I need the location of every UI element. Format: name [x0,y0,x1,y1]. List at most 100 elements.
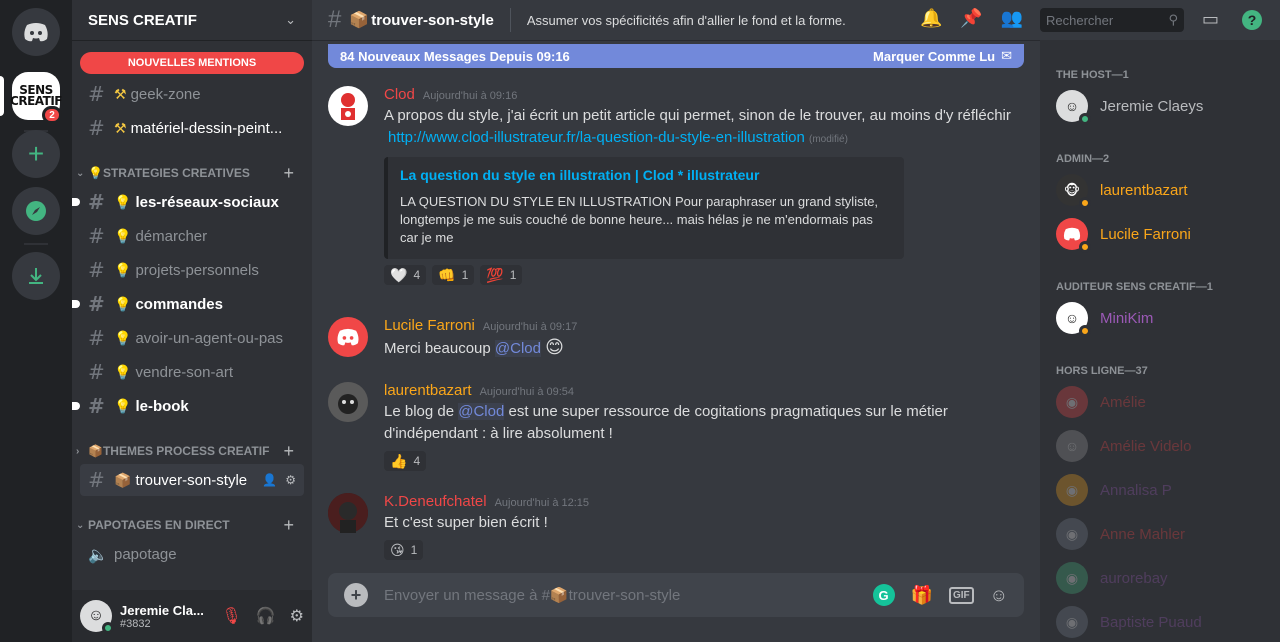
channel-label: trouver-son-style [135,471,248,489]
clod-avatar-icon [341,93,355,120]
headphones-icon[interactable]: 🎧 [256,606,276,626]
channel-commandes[interactable]: # 💡 commandes [72,288,304,320]
channel-materiel-dessin[interactable]: # ⚒ matériel-dessin-peint... [80,112,304,144]
channel-le-book[interactable]: # 💡 le-book [72,390,304,422]
upload-plus-icon[interactable]: + [344,583,368,607]
avatar: ◉ [1056,562,1088,594]
channel-emoji: ⚒ [114,85,127,102]
channel-demarcher[interactable]: # 💡 démarcher [80,220,304,252]
avatar[interactable] [328,86,368,126]
member-item[interactable]: ◉ Anne Mahler [1056,512,1276,556]
avatar[interactable] [328,493,368,533]
reaction[interactable]: 😘 1 [384,540,424,560]
message-author[interactable]: laurentbazart [384,382,472,399]
member-item[interactable]: ◉ Baptiste Puaud [1056,600,1276,642]
member-item[interactable]: 🐵 laurentbazart [1056,168,1276,212]
header-divider [509,8,511,32]
reaction[interactable]: 🤍 4 [384,265,427,285]
online-status [102,622,114,634]
channel-projets-personnels[interactable]: # 💡 projets-personnels [80,254,304,286]
channel-trouver-son-style[interactable]: # 📦 trouver-son-style 👤 ⚙ [80,464,304,496]
member-name: Jeremie Claeys [1100,97,1204,115]
pin-icon[interactable]: 📌 [960,8,982,29]
new-messages-bar[interactable]: 84 Nouveaux Messages Depuis 09:16 Marque… [328,44,1024,68]
discord-logo-icon [24,23,48,42]
message-link[interactable]: http://www.clod-illustrateur.fr/la-quest… [388,129,805,146]
username: Jeremie Cla... [120,602,204,618]
hundred-icon: 💯 [486,266,504,283]
member-name: Annalisa P [1100,481,1172,499]
member-group-label: ADMIN—2 [1056,153,1110,165]
category-strategies-creatives[interactable]: ⌄ 💡 STRATEGIES CREATIVES + [72,163,312,183]
bell-icon[interactable]: 🔔 [920,8,942,29]
inbox-icon[interactable]: ▭ [1202,9,1219,30]
microphone-muted-icon[interactable]: 🎙 [221,606,241,626]
message-text: A propos du style, j'ai écrit un petit a… [384,107,1011,124]
channel-les-reseaux-sociaux[interactable]: # 💡 les-réseaux-sociaux [72,186,304,218]
avatar[interactable]: ☺ [80,600,114,634]
reaction-count: 4 [413,268,421,282]
member-name: Baptiste Puaud [1100,613,1202,631]
gear-icon[interactable]: ⚙ [290,606,304,626]
member-item[interactable]: ☺ MiniKim [1056,296,1276,340]
grammarly-icon[interactable]: G [872,584,895,606]
add-channel-icon[interactable]: + [283,441,294,462]
member-item[interactable]: ◉ aurorebay [1056,556,1276,600]
message-author[interactable]: Lucile Farroni [384,317,475,334]
members-icon[interactable]: 👥 [1001,8,1023,29]
user-mention[interactable]: @Clod [458,403,505,420]
heart-icon: 🤍 [390,266,408,283]
reaction[interactable]: 💯 1 [480,265,523,285]
guild-header[interactable]: SENS CREATIF ⌄ [72,0,312,40]
message-author[interactable]: K.Deneufchatel [384,493,487,510]
add-channel-icon[interactable]: + [283,515,294,536]
member-item[interactable]: ◉ Annalisa P [1056,468,1276,512]
member-name: Lucile Farroni [1100,225,1191,243]
member-item[interactable]: ◉ Amélie [1056,380,1276,424]
avatar: ◉ [1056,386,1088,418]
home-button[interactable] [12,8,60,56]
message-input[interactable] [384,586,873,604]
gift-icon[interactable]: 🎁 [911,585,933,606]
chevron-down-icon: ⌄ [76,519,85,531]
add-server-button[interactable]: + [12,130,60,178]
avatar[interactable] [328,382,368,422]
user-mention[interactable]: @Clod [494,340,541,357]
channel-vendre-son-art[interactable]: # 💡 vendre-son-art [80,356,304,388]
gear-icon[interactable]: ⚙ [285,473,296,487]
channel-label: commandes [135,295,223,313]
channel-avoir-un-agent[interactable]: # 💡 avoir-un-agent-ou-pas [80,322,304,354]
category-themes-process[interactable]: › 📦 THEMES PROCESS CREATIF + [72,441,312,461]
smile-icon: 😊 [545,337,564,357]
hash-icon: # [88,360,105,384]
channel-geek-zone[interactable]: # ⚒ geek-zone [80,78,304,110]
embed-title[interactable]: La question du style en illustration | C… [400,167,888,183]
avatar[interactable] [328,317,368,357]
reaction[interactable]: 👍 4 [384,451,427,471]
reaction[interactable]: 👊 1 [432,265,475,285]
gif-icon[interactable]: GIF [948,586,974,604]
member-item[interactable]: Lucile Farroni [1056,212,1276,256]
reaction-count: 1 [509,268,517,282]
invite-icon[interactable]: 👤 [262,473,277,487]
message-composer: + G 🎁 GIF ☺ [328,573,1024,617]
channel-label: geek-zone [130,85,201,103]
member-item[interactable]: ☺ Jeremie Claeys [1056,84,1276,128]
message-author[interactable]: Clod [384,86,415,103]
emoji-picker-icon[interactable]: ☺ [990,585,1008,606]
reaction-count: 1 [461,268,469,282]
mark-as-read-button[interactable]: Marquer Comme Lu ✉ [873,48,1012,64]
voice-channel-papotage[interactable]: 🔈 papotage [80,538,304,570]
member-group-label: THE HOST—1 [1056,69,1129,81]
explore-servers-button[interactable] [12,187,60,235]
download-apps-button[interactable] [12,252,60,300]
search-input[interactable]: Rechercher ⚲ [1040,8,1184,32]
category-papotages[interactable]: ⌄ PAPOTAGES EN DIRECT + [72,515,312,535]
help-icon[interactable]: ? [1242,10,1262,30]
new-mentions-pill[interactable]: NOUVELLES MENTIONS [80,52,304,74]
channel-label: vendre-son-art [135,363,233,381]
add-channel-icon[interactable]: + [283,163,294,184]
channel-label: avoir-un-agent-ou-pas [135,329,284,347]
member-item[interactable]: ☺ Amélie Videlo [1056,424,1276,468]
channel-title: trouver-son-style [371,11,494,29]
